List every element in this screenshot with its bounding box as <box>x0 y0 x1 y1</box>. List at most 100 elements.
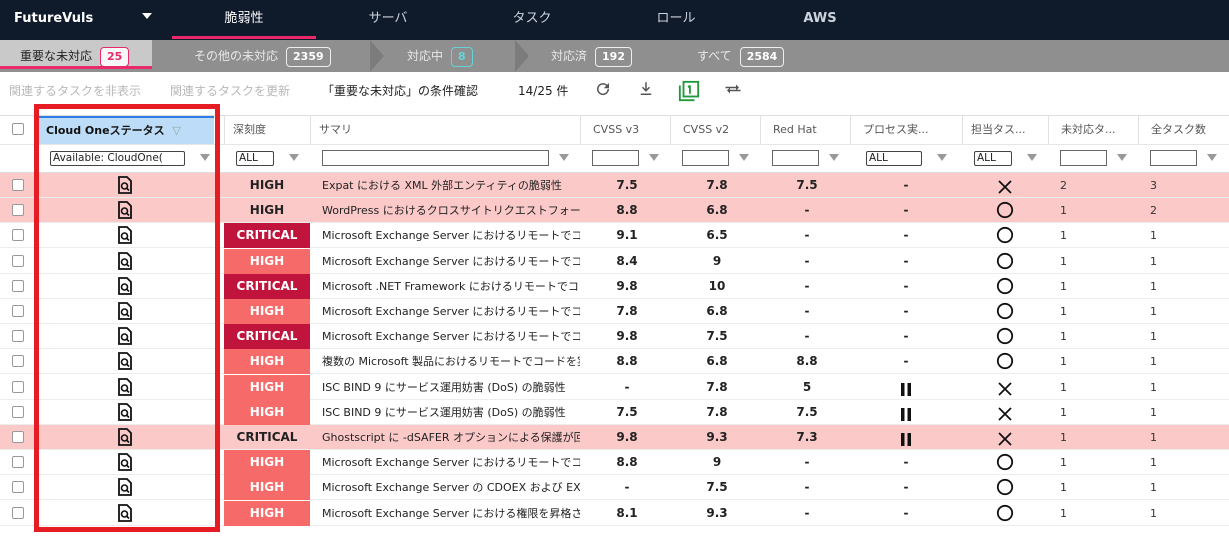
row-checkbox[interactable] <box>12 406 24 418</box>
filter-icon[interactable] <box>937 154 947 161</box>
status-tab-other-open[interactable]: その他の未対応 2359 <box>194 40 364 72</box>
nav-tab-vulnerabilities[interactable]: 脆弱性 <box>172 0 316 39</box>
summary-cell[interactable]: Ghostscript に -dSAFER オプションによる保護が回避 <box>310 425 580 450</box>
cloudone-filter-select[interactable]: Available: CloudOne( <box>50 151 185 166</box>
row-checkbox[interactable] <box>12 229 24 241</box>
filter-icon[interactable] <box>289 154 299 161</box>
all-tasks-filter-input[interactable] <box>1150 150 1197 166</box>
table-row[interactable]: HIGH Microsoft Exchange Server におけるリモートで… <box>0 299 1229 324</box>
filter-icon[interactable] <box>1207 154 1217 161</box>
open-tasks-filter-input[interactable] <box>1060 150 1107 166</box>
table-row[interactable]: HIGH Microsoft Exchange Server におけるリモートで… <box>0 450 1229 475</box>
filter-icon[interactable] <box>1117 154 1127 161</box>
table-row[interactable]: CRITICAL Microsoft Exchange Server におけるリ… <box>0 324 1229 349</box>
row-checkbox[interactable] <box>12 204 24 216</box>
row-checkbox[interactable] <box>12 330 24 342</box>
download-icon[interactable] <box>635 80 657 102</box>
status-tab-in-progress[interactable]: 対応中 8 <box>407 40 517 72</box>
column-header-cvss3[interactable]: CVSS v3 <box>580 116 670 144</box>
status-tab-all[interactable]: すべて 2584 <box>697 40 817 72</box>
row-checkbox[interactable] <box>12 481 24 493</box>
summary-cell[interactable]: ISC BIND 9 にサービス運用妨害 (DoS) の脆弱性 <box>310 375 580 400</box>
row-checkbox[interactable] <box>12 381 24 393</box>
cloudone-status-icon[interactable] <box>118 173 138 198</box>
cloudone-status-icon[interactable] <box>118 324 138 349</box>
cloudone-status-icon[interactable] <box>118 475 138 500</box>
summary-cell[interactable]: Expat における XML 外部エンティティの脆弱性 <box>310 173 580 198</box>
column-header-open-tasks[interactable]: 未対応タ... <box>1048 116 1138 144</box>
table-row[interactable]: CRITICAL Ghostscript に -dSAFER オプションによる保… <box>0 425 1229 450</box>
summary-cell[interactable]: WordPress におけるクロスサイトリクエストフォージ <box>310 198 580 223</box>
filter-icon[interactable] <box>739 154 749 161</box>
cloudone-status-icon[interactable] <box>118 198 138 223</box>
nav-tab-roles[interactable]: ロール <box>604 0 748 37</box>
summary-cell[interactable]: Microsoft Exchange Server におけるリモートでコード <box>310 223 580 248</box>
row-checkbox[interactable] <box>12 305 24 317</box>
row-checkbox[interactable] <box>12 507 24 519</box>
summary-cell[interactable]: Microsoft Exchange Server における権限を昇格される <box>310 501 580 526</box>
nav-tab-servers[interactable]: サーバ <box>316 0 460 37</box>
conditions-link[interactable]: 「重要な未対応」の条件確認 <box>322 72 478 110</box>
filter-icon[interactable]: ▽ <box>172 124 180 137</box>
select-all-checkbox[interactable] <box>12 123 24 135</box>
status-tab-important-open[interactable]: 重要な未対応 25 <box>0 40 152 69</box>
cvss2-filter-input[interactable] <box>682 150 729 166</box>
table-row[interactable]: HIGH Microsoft Exchange Server における権限を昇格… <box>0 501 1229 526</box>
status-tab-done[interactable]: 対応済 192 <box>551 40 671 72</box>
table-row[interactable]: HIGH Microsoft Exchange Server の CDOEX お… <box>0 475 1229 500</box>
row-checkbox[interactable] <box>12 280 24 292</box>
summary-cell[interactable]: Microsoft Exchange Server におけるリモートでコード <box>310 249 580 274</box>
filter-icon[interactable] <box>829 154 839 161</box>
cloudone-status-icon[interactable] <box>118 425 138 450</box>
filter-icon[interactable] <box>649 154 659 161</box>
filter-icon[interactable] <box>200 154 210 161</box>
nav-tab-aws[interactable]: AWS <box>748 0 892 37</box>
process-filter-select[interactable]: ALL <box>866 151 922 166</box>
column-header-assigned-tasks[interactable]: 担当タス... <box>962 116 1048 144</box>
summary-cell[interactable]: Microsoft Exchange Server の CDOEX および EX… <box>310 475 580 500</box>
page-one-icon[interactable] <box>678 80 700 102</box>
cloudone-status-icon[interactable] <box>118 274 138 299</box>
summary-cell[interactable]: Microsoft Exchange Server におけるリモートでコード <box>310 450 580 475</box>
compare-arrows-icon[interactable] <box>722 80 744 102</box>
hide-related-tasks-button[interactable]: 関連するタスクを非表示 <box>9 72 141 110</box>
table-row[interactable]: HIGH Microsoft Exchange Server におけるリモートで… <box>0 249 1229 274</box>
row-checkbox[interactable] <box>12 355 24 367</box>
column-header-summary[interactable]: サマリ <box>310 116 580 144</box>
column-header-redhat[interactable]: Red Hat <box>760 116 850 144</box>
table-row[interactable]: CRITICAL Microsoft .NET Framework におけるリモ… <box>0 274 1229 299</box>
cloudone-status-icon[interactable] <box>118 349 138 374</box>
assigned-filter-select[interactable]: ALL <box>974 151 1012 166</box>
table-row[interactable]: HIGH Expat における XML 外部エンティティの脆弱性 7.5 7.8… <box>0 173 1229 198</box>
cloudone-status-icon[interactable] <box>118 450 138 475</box>
summary-cell[interactable]: 複数の Microsoft 製品におけるリモートでコードを実 <box>310 349 580 374</box>
row-checkbox[interactable] <box>12 255 24 267</box>
filter-icon[interactable] <box>1027 154 1037 161</box>
cloudone-status-icon[interactable] <box>118 501 138 526</box>
column-header-severity[interactable]: 深刻度 <box>224 116 310 144</box>
table-row[interactable]: CRITICAL Microsoft Exchange Server におけるリ… <box>0 223 1229 248</box>
row-checkbox[interactable] <box>12 179 24 191</box>
table-row[interactable]: HIGH WordPress におけるクロスサイトリクエストフォージ 8.8 6… <box>0 198 1229 223</box>
cloudone-status-icon[interactable] <box>118 299 138 324</box>
cvss3-filter-input[interactable] <box>592 150 639 166</box>
nav-tab-tasks[interactable]: タスク <box>460 0 604 37</box>
summary-filter-input[interactable] <box>322 150 549 166</box>
row-checkbox[interactable] <box>12 456 24 468</box>
column-header-cvss2[interactable]: CVSS v2 <box>670 116 760 144</box>
brand-logo[interactable]: FutureVuls <box>14 0 93 37</box>
filter-icon[interactable] <box>559 154 569 161</box>
summary-cell[interactable]: Microsoft Exchange Server におけるリモートでコード <box>310 299 580 324</box>
redhat-filter-input[interactable] <box>772 150 819 166</box>
column-header-all-tasks[interactable]: 全タスク数 <box>1138 116 1229 144</box>
cloudone-status-icon[interactable] <box>118 375 138 400</box>
table-row[interactable]: HIGH 複数の Microsoft 製品におけるリモートでコードを実 8.8 … <box>0 349 1229 374</box>
column-header-cloudone[interactable]: Cloud Oneステータス ▽ <box>36 118 214 144</box>
table-row[interactable]: HIGH ISC BIND 9 にサービス運用妨害 (DoS) の脆弱性 - 7… <box>0 375 1229 400</box>
severity-filter-select[interactable]: ALL <box>236 151 274 166</box>
chevron-down-icon[interactable] <box>142 13 152 19</box>
cloudone-status-icon[interactable] <box>118 249 138 274</box>
column-header-process[interactable]: プロセス実... <box>850 116 962 144</box>
summary-cell[interactable]: ISC BIND 9 にサービス運用妨害 (DoS) の脆弱性 <box>310 400 580 425</box>
cloudone-status-icon[interactable] <box>118 400 138 425</box>
